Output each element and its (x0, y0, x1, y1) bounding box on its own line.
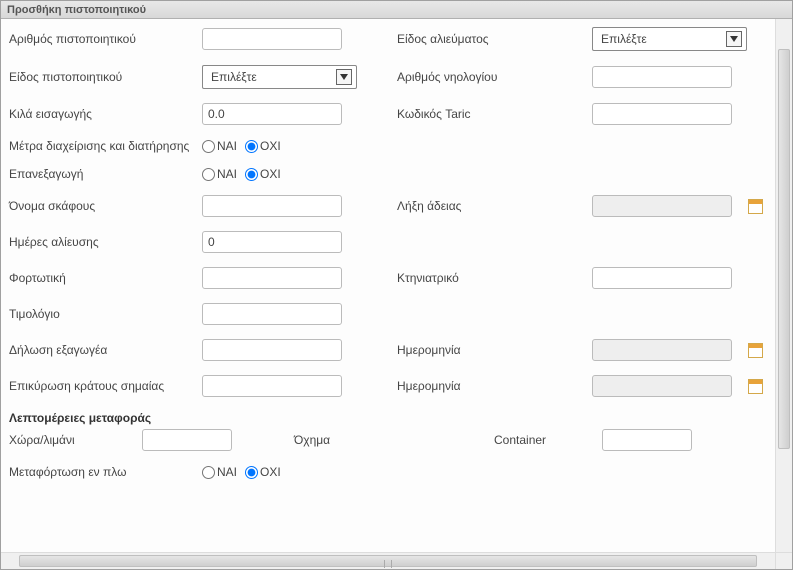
radio-yes-label: ΝΑΙ (217, 167, 237, 181)
radio-no-label: ΟΧΙ (260, 465, 281, 479)
label-fishery-type: Είδος αλιεύματος (387, 32, 592, 46)
input-vessel-name[interactable] (202, 195, 342, 217)
label-vessel-name: Όνομα σκάφους (7, 199, 202, 213)
label-register-number: Αριθμός νηολογίου (387, 70, 592, 84)
select-cert-type-value: Επιλέξτε (211, 70, 257, 84)
label-license-expiry: Λήξη άδειας (387, 199, 592, 213)
radio-group-reexport: ΝΑΙ ΟΧΙ (202, 167, 387, 181)
radio-reexport-yes[interactable]: ΝΑΙ (202, 167, 237, 181)
scroll-grip-icon (384, 560, 392, 568)
label-fishing-days: Ημέρες αλίευσης (7, 235, 202, 249)
input-invoice[interactable] (202, 303, 342, 325)
calendar-icon[interactable] (748, 199, 763, 214)
input-date1[interactable] (592, 339, 732, 361)
input-exporter-decl[interactable] (202, 339, 342, 361)
radio-no-label: ΟΧΙ (260, 167, 281, 181)
radio-yes-label: ΝΑΙ (217, 465, 237, 479)
radio-transship-yes[interactable]: ΝΑΙ (202, 465, 237, 479)
label-bill-of-lading: Φορτωτική (7, 271, 202, 285)
select-cert-type[interactable]: Επιλέξτε (202, 65, 357, 89)
horizontal-scrollbar[interactable] (1, 552, 775, 569)
radio-group-transship: ΝΑΙ ΟΧΙ (202, 465, 387, 479)
scroll-corner (775, 552, 792, 569)
window-titlebar: Προσθήκη πιστοποιητικού (1, 1, 792, 19)
label-vehicle: Όχημα (292, 433, 492, 447)
input-fishing-days[interactable] (202, 231, 342, 253)
radio-mgmt-no[interactable]: ΟΧΙ (245, 139, 281, 153)
label-transship: Μεταφόρτωση εν πλω (7, 465, 202, 479)
dropdown-arrow-icon (726, 31, 742, 47)
label-veterinary: Κτηνιατρικό (387, 271, 592, 285)
form-content: Αριθμός πιστοποιητικού Είδος αλιεύματος … (1, 19, 775, 552)
label-date1: Ημερομηνία (387, 343, 592, 357)
label-cert-number: Αριθμός πιστοποιητικού (7, 32, 202, 46)
label-date2: Ημερομηνία (387, 379, 592, 393)
radio-yes-label: ΝΑΙ (217, 139, 237, 153)
input-country-port[interactable] (142, 429, 232, 451)
dropdown-arrow-icon (336, 69, 352, 85)
label-invoice: Τιμολόγιο (7, 307, 202, 321)
label-reexport: Επανεξαγωγή (7, 167, 202, 181)
label-cert-type: Είδος πιστοποιητικού (7, 70, 202, 84)
vertical-scroll-thumb[interactable] (778, 49, 790, 449)
select-fishery-type[interactable]: Επιλέξτε (592, 27, 747, 51)
calendar-icon[interactable] (748, 343, 763, 358)
radio-group-mgmt: ΝΑΙ ΟΧΙ (202, 139, 387, 153)
input-bill-of-lading[interactable] (202, 267, 342, 289)
label-exporter-decl: Δήλωση εξαγωγέα (7, 343, 202, 357)
label-import-kg: Κιλά εισαγωγής (7, 107, 202, 121)
input-flag-validation[interactable] (202, 375, 342, 397)
input-cert-number[interactable] (202, 28, 342, 50)
vertical-scrollbar[interactable] (775, 19, 792, 552)
input-taric-code[interactable] (592, 103, 732, 125)
dialog-window: Προσθήκη πιστοποιητικού Αριθμός πιστοποι… (0, 0, 793, 570)
select-fishery-type-value: Επιλέξτε (601, 32, 647, 46)
input-import-kg[interactable] (202, 103, 342, 125)
radio-mgmt-yes[interactable]: ΝΑΙ (202, 139, 237, 153)
input-date2[interactable] (592, 375, 732, 397)
input-container[interactable] (602, 429, 692, 451)
input-register-number[interactable] (592, 66, 732, 88)
label-flag-validation: Επικύρωση κράτους σημαίας (7, 379, 202, 393)
label-mgmt-measures: Μέτρα διαχείρισης και διατήρησης (7, 139, 202, 153)
section-transport-header: Λεπτομέρειες μεταφοράς (7, 411, 769, 425)
radio-reexport-no[interactable]: ΟΧΙ (245, 167, 281, 181)
input-license-expiry[interactable] (592, 195, 732, 217)
calendar-icon[interactable] (748, 379, 763, 394)
window-title: Προσθήκη πιστοποιητικού (7, 4, 146, 16)
radio-no-label: ΟΧΙ (260, 139, 281, 153)
label-container: Container (492, 433, 602, 447)
horizontal-scroll-thumb[interactable] (19, 555, 757, 567)
input-veterinary[interactable] (592, 267, 732, 289)
radio-transship-no[interactable]: ΟΧΙ (245, 465, 281, 479)
label-country-port: Χώρα/λιμάνι (7, 433, 142, 447)
label-taric-code: Κωδικός Taric (387, 107, 592, 121)
